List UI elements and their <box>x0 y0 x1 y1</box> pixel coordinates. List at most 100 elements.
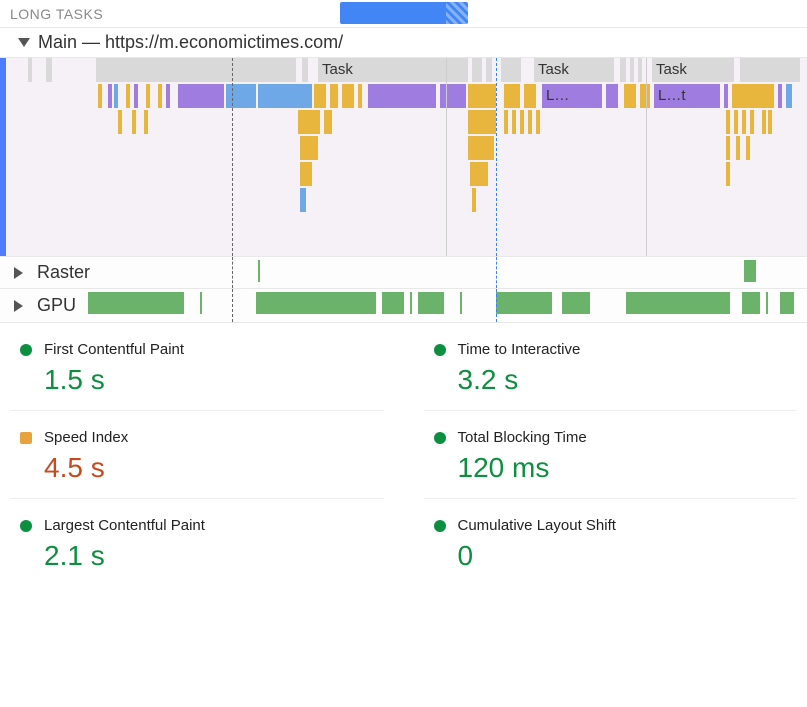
gpu-block[interactable] <box>766 292 768 314</box>
frame-block[interactable] <box>512 110 516 134</box>
frame-block[interactable] <box>468 136 494 160</box>
task-block-labeled[interactable]: Task <box>534 58 614 82</box>
status-square-icon <box>20 432 32 444</box>
metric-tbt[interactable]: Total Blocking Time 120 ms <box>424 411 798 499</box>
metric-lcp[interactable]: Largest Contentful Paint 2.1 s <box>10 499 384 586</box>
frame-block[interactable] <box>504 84 520 108</box>
frame-block[interactable] <box>98 84 102 108</box>
frame-block[interactable] <box>178 84 224 108</box>
metric-cls[interactable]: Cumulative Layout Shift 0 <box>424 499 798 586</box>
gpu-block[interactable] <box>200 292 202 314</box>
frame-block[interactable] <box>524 84 536 108</box>
task-block-small[interactable] <box>486 58 492 82</box>
task-block-labeled[interactable]: Task <box>652 58 734 82</box>
long-tasks-track[interactable]: LONG TASKS <box>0 0 807 28</box>
task-block-small[interactable] <box>620 58 626 82</box>
gpu-block[interactable] <box>460 292 462 314</box>
metric-si[interactable]: Speed Index 4.5 s <box>10 411 384 499</box>
frame-block[interactable] <box>330 84 338 108</box>
task-block-small[interactable] <box>28 58 32 82</box>
gpu-block[interactable] <box>410 292 412 314</box>
gpu-block[interactable] <box>626 292 730 314</box>
gpu-block[interactable] <box>256 292 376 314</box>
frame-block[interactable] <box>440 84 466 108</box>
frame-block[interactable] <box>750 110 754 134</box>
gpu-block[interactable] <box>88 292 184 314</box>
frame-block[interactable] <box>118 110 122 134</box>
frame-block[interactable] <box>768 110 772 134</box>
frame-block[interactable] <box>368 84 436 108</box>
gpu-block[interactable] <box>418 292 444 314</box>
frame-block[interactable] <box>468 110 496 134</box>
frame-block[interactable] <box>324 110 332 134</box>
frame-block[interactable] <box>108 84 112 108</box>
frame-block[interactable] <box>146 84 150 108</box>
frame-block[interactable] <box>226 84 256 108</box>
frame-block[interactable] <box>132 110 136 134</box>
gpu-block[interactable] <box>562 292 590 314</box>
frame-block[interactable] <box>786 84 792 108</box>
frame-block[interactable] <box>144 110 148 134</box>
chevron-down-icon[interactable] <box>18 38 30 47</box>
task-block-small[interactable] <box>46 58 52 82</box>
frame-block[interactable] <box>158 84 162 108</box>
frame-block[interactable] <box>528 110 532 134</box>
chevron-right-icon[interactable] <box>14 267 23 279</box>
frame-block[interactable] <box>470 162 488 186</box>
frame-block[interactable] <box>536 110 540 134</box>
frame-block-labeled[interactable]: L… <box>542 84 602 108</box>
gpu-block[interactable] <box>382 292 404 314</box>
frame-block[interactable] <box>114 84 118 108</box>
raster-block[interactable] <box>744 260 756 282</box>
frame-block[interactable] <box>762 110 766 134</box>
frame-block[interactable] <box>504 110 508 134</box>
frame-block[interactable] <box>358 84 362 108</box>
metric-fcp[interactable]: First Contentful Paint 1.5 s <box>10 323 384 411</box>
task-block-small[interactable] <box>302 58 308 82</box>
chevron-right-icon[interactable] <box>14 300 23 312</box>
task-block-small[interactable] <box>501 58 521 82</box>
frame-block[interactable] <box>746 136 750 160</box>
task-block[interactable] <box>96 58 296 82</box>
frame-block[interactable] <box>300 188 306 212</box>
frame-block[interactable] <box>726 136 730 160</box>
raster-block[interactable] <box>258 260 260 282</box>
frame-block[interactable] <box>298 110 320 134</box>
frame-block[interactable] <box>126 84 130 108</box>
raster-track[interactable]: Raster <box>0 257 807 289</box>
frame-block[interactable] <box>778 84 782 108</box>
frame-block[interactable] <box>640 84 650 108</box>
frame-block[interactable] <box>166 84 170 108</box>
gpu-block[interactable] <box>496 292 552 314</box>
frame-block[interactable] <box>300 162 312 186</box>
frame-block[interactable] <box>258 84 312 108</box>
frame-block[interactable] <box>726 162 730 186</box>
long-task-block[interactable] <box>340 2 468 24</box>
frame-block[interactable] <box>734 110 738 134</box>
frame-block[interactable] <box>726 110 730 134</box>
metric-tti[interactable]: Time to Interactive 3.2 s <box>424 323 798 411</box>
frame-block[interactable] <box>134 84 138 108</box>
frame-block[interactable] <box>468 84 496 108</box>
frame-block[interactable] <box>606 84 618 108</box>
frame-block[interactable] <box>742 110 746 134</box>
flame-chart[interactable]: Task Task Task L… L…t <box>0 58 807 256</box>
gpu-block[interactable] <box>780 292 794 314</box>
frame-block-labeled[interactable]: L…t <box>654 84 720 108</box>
frame-block[interactable] <box>342 84 354 108</box>
frame-block[interactable] <box>732 84 774 108</box>
frame-block[interactable] <box>624 84 636 108</box>
frame-block[interactable] <box>472 188 476 212</box>
gpu-block[interactable] <box>742 292 760 314</box>
task-block[interactable] <box>740 58 800 82</box>
frame-block[interactable] <box>736 136 740 160</box>
frame-block[interactable] <box>300 136 318 160</box>
task-block-small[interactable] <box>638 58 642 82</box>
task-block-small[interactable] <box>472 58 482 82</box>
main-thread-header[interactable]: Main — https://m.economictimes.com/ <box>0 28 807 58</box>
frame-block[interactable] <box>314 84 326 108</box>
gpu-track[interactable]: GPU <box>0 289 807 323</box>
frame-block[interactable] <box>724 84 728 108</box>
task-block-small[interactable] <box>630 58 634 82</box>
frame-block[interactable] <box>520 110 524 134</box>
